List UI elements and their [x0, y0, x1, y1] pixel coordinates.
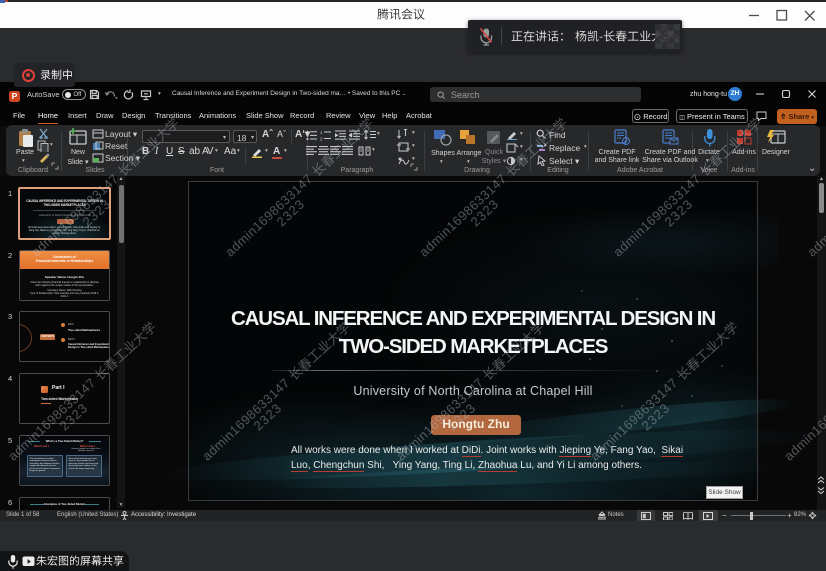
svg-text:1: 1 [320, 130, 323, 135]
svg-text:2: 2 [320, 137, 323, 142]
